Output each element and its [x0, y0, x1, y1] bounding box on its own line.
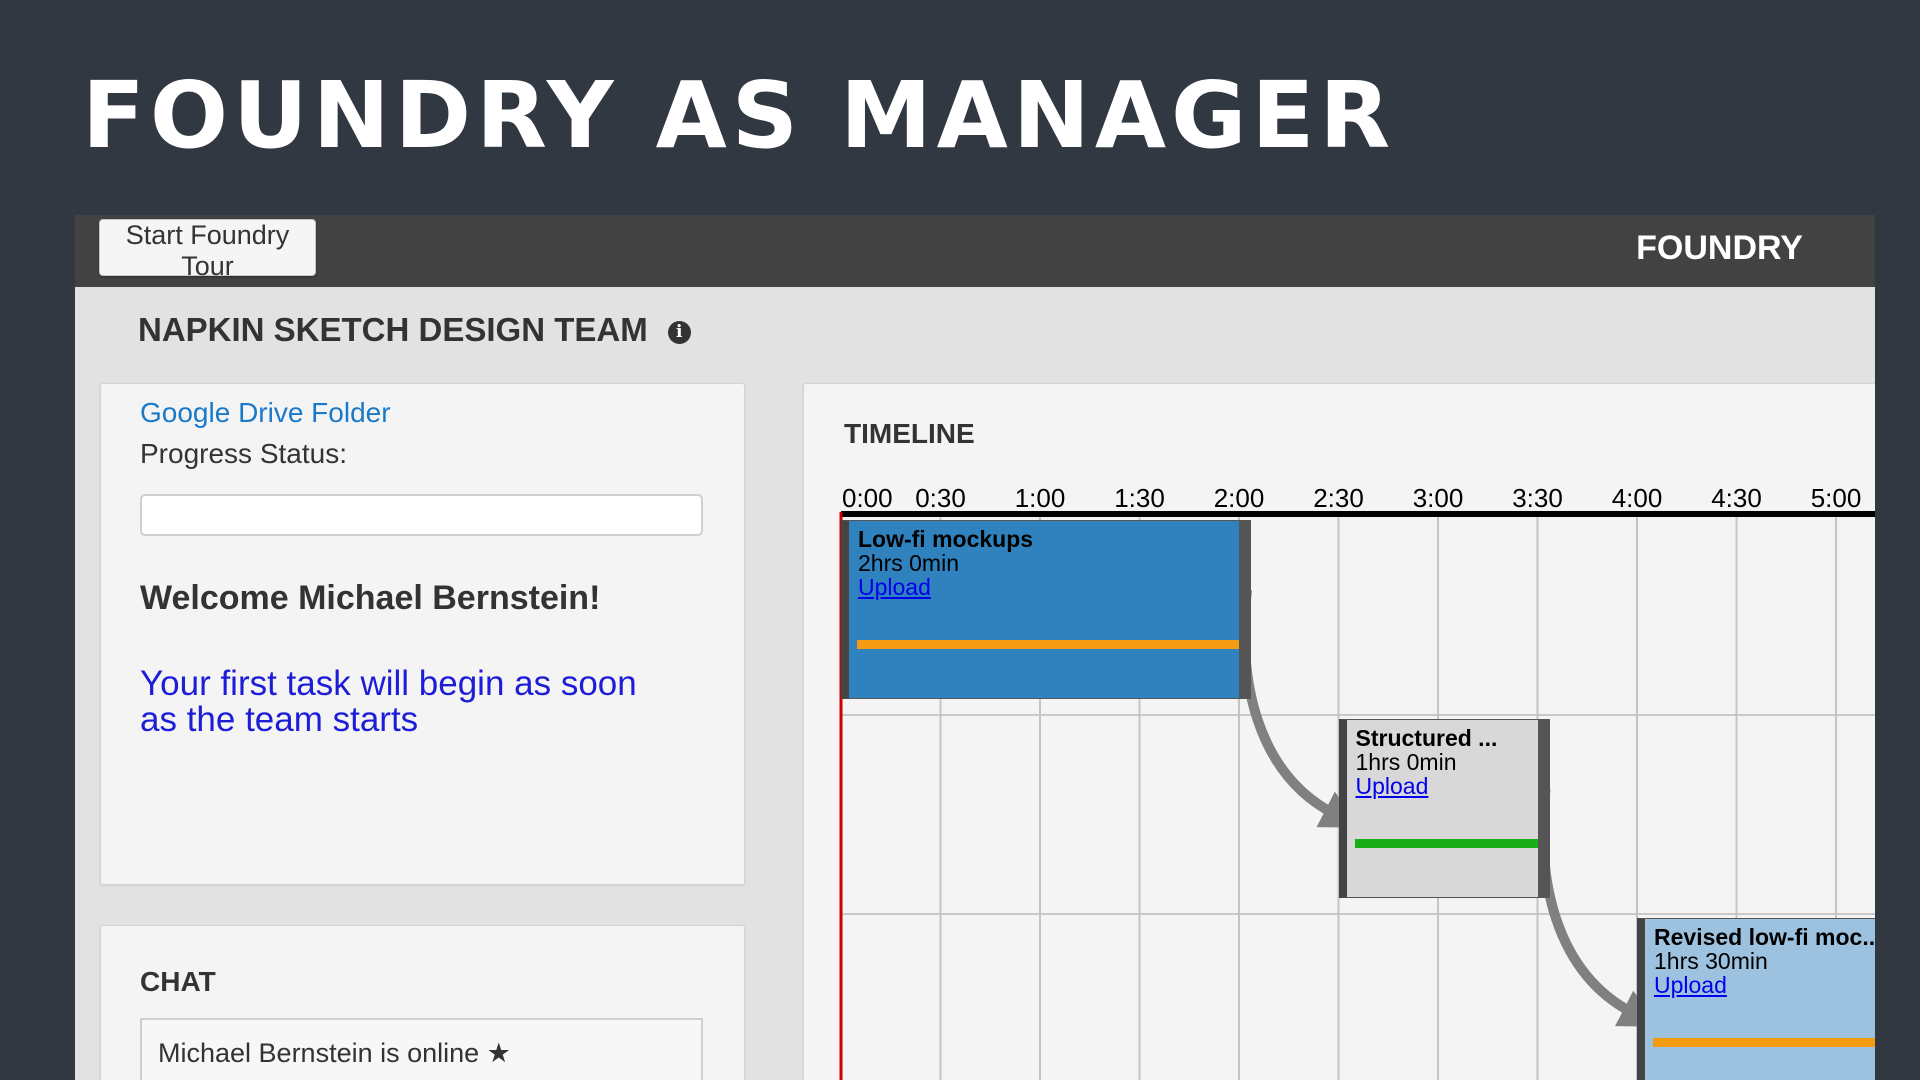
- chat-messages[interactable]: Michael Bernstein is online ★: [140, 1018, 703, 1080]
- timeline-tick-label: 0:00: [842, 483, 893, 513]
- info-icon[interactable]: i: [667, 320, 691, 344]
- slide-title: FOUNDRY AS MANAGER: [82, 62, 1396, 169]
- timeline-tick-label: 4:30: [1711, 483, 1762, 513]
- task-name: Revised low-fi moc...: [1654, 924, 1875, 950]
- progress-label: Progress Status:: [140, 438, 347, 469]
- timeline-tick-label: 4:00: [1612, 483, 1663, 513]
- team-title: NAPKIN SKETCH DESIGN TEAM: [138, 311, 648, 348]
- task-progress-bar: [1354, 839, 1538, 848]
- status-panel: Google Drive Folder Progress Status: Wel…: [100, 383, 745, 885]
- timeline-tick-label: 0:30: [915, 483, 966, 513]
- chat-title: CHAT: [140, 966, 216, 997]
- task-name: Structured ...: [1355, 725, 1498, 751]
- upload-link[interactable]: Upload: [1654, 972, 1727, 999]
- timeline-tick-label: 1:30: [1114, 483, 1165, 513]
- dependency-arrow: [1239, 589, 1362, 828]
- upload-link[interactable]: Upload: [858, 574, 931, 601]
- foundry-app: Start Foundry Tour FOUNDRY NAPKIN SKETCH…: [75, 215, 1875, 1080]
- timeline-tick-label: 1:00: [1015, 483, 1066, 513]
- first-task-message: Your first task will begin as soon as th…: [140, 664, 637, 739]
- task-duration: 1hrs 0min: [1355, 749, 1457, 775]
- task-progress-bar: [1653, 1038, 1875, 1047]
- brand-logo: FOUNDRY: [1636, 229, 1803, 267]
- task-name: Low-fi mockups: [858, 526, 1034, 552]
- chat-message: Michael Bernstein is online ★: [158, 1038, 511, 1068]
- task-card[interactable]: Structured ... 1hrs 0min Upload: [1338, 719, 1550, 898]
- task-duration: 1hrs 30min: [1654, 948, 1768, 974]
- timeline-tick-label: 3:00: [1413, 483, 1464, 513]
- chat-panel: CHAT Michael Bernstein is online ★: [100, 925, 745, 1080]
- start-tour-button[interactable]: Start Foundry Tour: [99, 219, 316, 281]
- timeline-tick-label: 5:00: [1811, 483, 1862, 513]
- progress-bar: [140, 494, 703, 536]
- dependency-arrow: [1538, 788, 1660, 1027]
- top-bar: Start Foundry Tour FOUNDRY: [75, 215, 1875, 287]
- team-header: NAPKIN SKETCH DESIGN TEAM i: [138, 311, 691, 349]
- welcome-message: Welcome Michael Bernstein!: [140, 579, 601, 617]
- timeline-tick-label: 3:30: [1512, 483, 1563, 513]
- timeline-tick-label: 2:30: [1313, 483, 1364, 513]
- task-progress-bar: [857, 640, 1239, 649]
- google-drive-link[interactable]: Google Drive Folder: [140, 397, 391, 429]
- upload-link[interactable]: Upload: [1356, 773, 1429, 800]
- timeline-panel: TIMELINE 0:00 0:30 1:00 1:30 2:00 2:30 3:00 3:3…: [803, 383, 1875, 1080]
- task-card[interactable]: Revised low-fi moc... 1hrs 30min Upload: [1637, 918, 1875, 1080]
- task-card[interactable]: Low-fi mockups 2hrs 0min Upload: [841, 520, 1251, 699]
- timeline-tick-label: 2:00: [1214, 483, 1265, 513]
- task-duration: 2hrs 0min: [858, 550, 959, 576]
